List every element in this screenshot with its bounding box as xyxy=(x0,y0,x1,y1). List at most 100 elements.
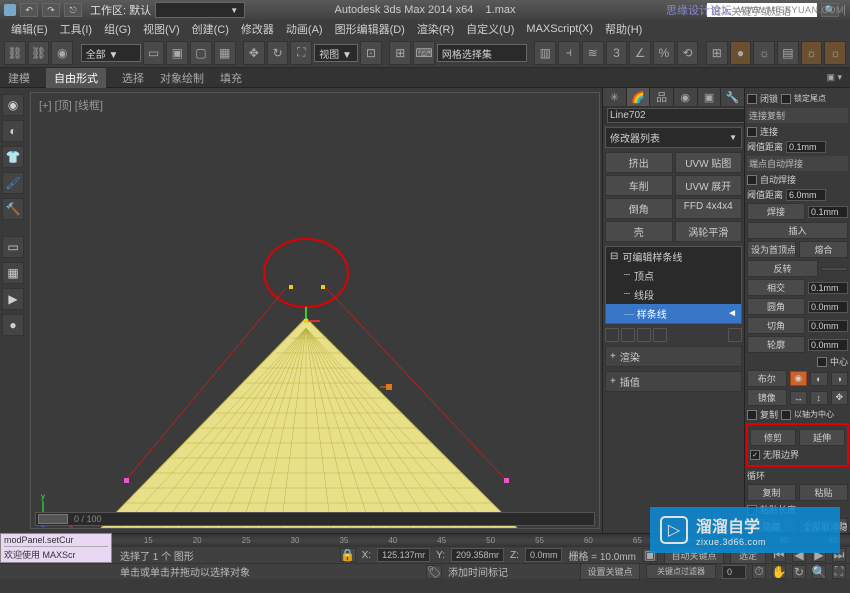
spin-fillet[interactable]: 0.0mm xyxy=(808,301,848,313)
spin-threshold2[interactable]: 6.0mm xyxy=(786,189,826,201)
coord-x[interactable]: 125.137mr xyxy=(377,548,430,562)
select-name-button[interactable]: ▣ xyxy=(166,41,188,65)
tshirt-icon[interactable]: 👕 xyxy=(2,146,24,168)
move-button[interactable]: ✥ xyxy=(243,41,265,65)
bool-int-icon[interactable]: ◑ xyxy=(831,372,848,386)
material-editor-button[interactable]: ● xyxy=(730,41,752,65)
btn-bevel[interactable]: 倒角 xyxy=(605,198,673,219)
btn-mirror[interactable]: 镜像 xyxy=(747,389,787,406)
menu-animation[interactable]: 动画(A) xyxy=(281,19,328,39)
modifier-list-dropdown[interactable]: 修改器列表▼ xyxy=(605,127,742,148)
mirror-v-icon[interactable]: ↕ xyxy=(810,391,827,405)
scale-button[interactable]: ⛶ xyxy=(290,41,312,65)
tab-create-icon[interactable]: ✳ xyxy=(603,88,626,106)
mirror-button[interactable]: ▥ xyxy=(534,41,556,65)
menu-edit[interactable]: 编辑(E) xyxy=(6,19,53,39)
cube-icon[interactable]: ◉ xyxy=(2,94,24,116)
spin-threshold[interactable]: 0.1mm xyxy=(786,141,826,153)
nav-max-icon[interactable]: ⛶ xyxy=(832,565,846,579)
modifier-stack[interactable]: ⊟可编辑样条线 ┈ 顶点 ┈ 线段 ┈ 样条线◄ xyxy=(605,246,742,324)
btn-turbosmooth[interactable]: 涡轮平滑 xyxy=(675,221,743,242)
btn-weld[interactable]: 焊接 xyxy=(747,203,805,220)
viewport[interactable]: [+] [顶] [线框] xyxy=(30,92,600,529)
menu-help[interactable]: 帮助(H) xyxy=(600,19,647,39)
lock-icon[interactable]: 🔒 xyxy=(340,548,356,562)
workspace-dropdown[interactable]: ▼ xyxy=(155,2,245,18)
viewport-label[interactable]: [+] [顶] [线框] xyxy=(39,97,103,113)
btn-intersect[interactable]: 相交 xyxy=(747,279,805,296)
mirror-b-icon[interactable]: ✥ xyxy=(831,390,848,405)
rotate-button[interactable]: ↻ xyxy=(267,41,289,65)
link-icon[interactable]: ⎋ xyxy=(64,3,82,17)
undo-arrow-icon[interactable]: ↶ xyxy=(20,3,38,17)
menu-modifiers[interactable]: 修改器 xyxy=(236,19,279,39)
chk-connect[interactable] xyxy=(747,127,757,137)
menu-render[interactable]: 渲染(R) xyxy=(412,19,459,39)
named-selection[interactable]: 网格选择集 xyxy=(437,44,527,62)
btn-uvw-unwrap[interactable]: UVW 展开 xyxy=(675,175,743,196)
btn-ffd[interactable]: FFD 4x4x4 xyxy=(675,198,743,219)
chk-infinite[interactable]: ✓ xyxy=(750,450,760,460)
btn-reverse[interactable]: 反转 xyxy=(747,260,818,277)
window-crossing-button[interactable]: ▦ xyxy=(214,41,236,65)
schematic-icon[interactable]: ⊞ xyxy=(706,41,728,65)
timeline[interactable]: 0 / 100 xyxy=(35,512,595,526)
tag-icon[interactable]: 🏷 xyxy=(426,565,442,579)
spinner-snap[interactable]: ⟲ xyxy=(677,41,699,65)
configure-icon[interactable] xyxy=(728,328,742,342)
stack-segment[interactable]: ┈ 线段 xyxy=(606,285,741,304)
manipulate-button[interactable]: ⊞ xyxy=(389,41,411,65)
frame-icon[interactable]: ▭ xyxy=(2,236,24,258)
align-button[interactable]: ⫞ xyxy=(558,41,580,65)
make-unique-icon[interactable] xyxy=(637,328,651,342)
nav-zoom-icon[interactable]: 🔍 xyxy=(812,565,826,579)
btn-lathe[interactable]: 车削 xyxy=(605,175,673,196)
bool-union-icon[interactable]: ◉ xyxy=(790,371,807,386)
play-icon[interactable]: ▶ xyxy=(2,288,24,310)
spin-weld[interactable]: 0.1mm xyxy=(808,206,848,218)
chk-copy[interactable] xyxy=(747,410,757,420)
selection-filter[interactable]: 全部 ▼ xyxy=(81,44,141,62)
chk-lock[interactable] xyxy=(747,94,757,104)
maxscript-listener[interactable]: modPanel.setCur 欢迎使用 MAXScr xyxy=(0,533,112,563)
ribbon-collapse-icon[interactable]: ▣ ▾ xyxy=(826,72,842,83)
spin-outline[interactable]: 0.0mm xyxy=(808,339,848,351)
record-icon[interactable]: ● xyxy=(2,314,24,336)
render-frame-button[interactable]: ▤ xyxy=(777,41,799,65)
chk-center[interactable] xyxy=(817,357,827,367)
remove-mod-icon[interactable] xyxy=(653,328,667,342)
unlink-button[interactable]: ⛓ xyxy=(28,41,50,65)
redo-arrow-icon[interactable]: ↷ xyxy=(42,3,60,17)
brush-icon[interactable]: 🖌 xyxy=(2,172,24,194)
quick-render-button[interactable]: ☼ xyxy=(824,41,846,65)
show-result-icon[interactable] xyxy=(621,328,635,342)
stack-vertex[interactable]: ┈ 顶点 xyxy=(606,266,741,285)
link-button[interactable]: ⛓ xyxy=(4,41,26,65)
menu-customize[interactable]: 自定义(U) xyxy=(461,19,519,39)
ribbon-freeform[interactable]: 自由形式 xyxy=(46,68,106,88)
stack-root[interactable]: ⊟可编辑样条线 xyxy=(606,247,741,266)
key-filter-button[interactable]: 关键点过滤器 xyxy=(646,564,716,579)
menu-group[interactable]: 组(G) xyxy=(99,19,136,39)
pin-icon[interactable] xyxy=(605,328,619,342)
btn-paste[interactable]: 粘贴 xyxy=(799,484,848,501)
percent-snap[interactable]: % xyxy=(653,41,675,65)
rollout-render[interactable]: +渲染 xyxy=(605,346,742,367)
object-name-input[interactable] xyxy=(607,108,745,123)
btn-setfirst[interactable]: 设为首顶点 xyxy=(747,241,796,258)
btn-copy2[interactable]: 复制 xyxy=(747,484,796,501)
tab-utilities-icon[interactable]: 🔧 xyxy=(721,88,744,106)
nav-pan-icon[interactable]: ✋ xyxy=(772,565,786,579)
bind-button[interactable]: ◉ xyxy=(51,41,73,65)
reference-coord[interactable]: 视图 ▼ xyxy=(314,44,358,62)
btn-fuse[interactable]: 熔合 xyxy=(799,241,848,258)
mirror-h-icon[interactable]: ↔ xyxy=(790,391,807,405)
timeline-thumb[interactable] xyxy=(38,514,68,524)
time-config-icon[interactable]: ⏱ xyxy=(752,565,766,579)
grid-icon[interactable]: ▦ xyxy=(2,262,24,284)
snap-toggle[interactable]: 3 xyxy=(606,41,628,65)
hammer-icon[interactable]: 🔨 xyxy=(2,198,24,220)
select-region-button[interactable]: ▢ xyxy=(190,41,212,65)
ribbon-paint[interactable]: 对象绘制 xyxy=(160,70,204,86)
menu-graph[interactable]: 图形编辑器(D) xyxy=(330,19,410,39)
